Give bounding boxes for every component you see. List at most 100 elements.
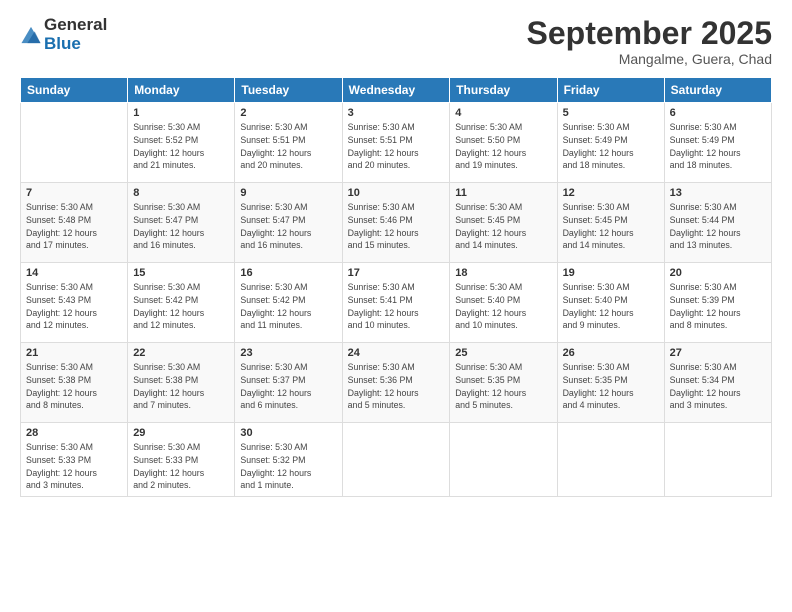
logo-text: General Blue [44,16,107,53]
day-info: Sunrise: 5:30 AMSunset: 5:47 PMDaylight:… [240,201,336,252]
day-number: 24 [348,347,445,359]
calendar-cell: 28Sunrise: 5:30 AMSunset: 5:33 PMDayligh… [21,423,128,497]
calendar-cell: 29Sunrise: 5:30 AMSunset: 5:33 PMDayligh… [128,423,235,497]
calendar-cell: 14 Sunrise: 5:30 AMSunset: 5:43 PMDayligh… [21,263,128,343]
title-block: September 2025 Mangalme, Guera, Chad [527,16,772,67]
day-number: 18 [455,267,551,279]
day-number: 12 [563,187,659,199]
day-info: Sunrise: 5:30 AMSunset: 5:41 PMDaylight:… [348,281,445,332]
day-info: Sunrise: 5:30 AMSunset: 5:45 PMDaylight:… [563,201,659,252]
day-number: 14 [26,267,122,279]
calendar: SundayMondayTuesdayWednesdayThursdayFrid… [20,77,772,497]
day-number: 23 [240,347,336,359]
calendar-cell: 12 Sunrise: 5:30 AMSunset: 5:45 PMDayligh… [557,183,664,263]
calendar-cell: 10Sunrise: 5:30 AMSunset: 5:46 PMDayligh… [342,183,450,263]
day-number: 3 [348,107,445,119]
calendar-cell: 7 Sunrise: 5:30 AMSunset: 5:48 PMDaylight… [21,183,128,263]
calendar-cell: 5 Sunrise: 5:30 AMSunset: 5:49 PMDaylight… [557,103,664,183]
weekday-friday: Friday [557,78,664,103]
calendar-cell: 4 Sunrise: 5:30 AMSunset: 5:50 PMDaylight… [450,103,557,183]
calendar-cell: 25 Sunrise: 5:30 AMSunset: 5:35 PMDayligh… [450,343,557,423]
calendar-cell: 9 Sunrise: 5:30 AMSunset: 5:47 PMDaylight… [235,183,342,263]
day-info: Sunrise: 5:30 AMSunset: 5:43 PMDaylight:… [26,281,122,332]
calendar-cell: 6Sunrise: 5:30 AMSunset: 5:49 PMDaylight… [664,103,771,183]
day-info: Sunrise: 5:30 AMSunset: 5:39 PMDaylight:… [670,281,766,332]
week-row-3: 14 Sunrise: 5:30 AMSunset: 5:43 PMDayligh… [21,263,772,343]
day-number: 29 [133,427,229,439]
day-number: 8 [133,187,229,199]
day-info: Sunrise: 5:30 AMSunset: 5:50 PMDaylight:… [455,121,551,172]
day-info: Sunrise: 5:30 AMSunset: 5:42 PMDaylight:… [240,281,336,332]
calendar-cell: 8 Sunrise: 5:30 AMSunset: 5:47 PMDaylight… [128,183,235,263]
location: Mangalme, Guera, Chad [527,51,772,67]
week-row-4: 21 Sunrise: 5:30 AMSunset: 5:38 PMDayligh… [21,343,772,423]
day-number: 1 [133,107,229,119]
calendar-cell: 21Sunrise: 5:30 AMSunset: 5:38 PMDayligh… [21,343,128,423]
calendar-cell [557,423,664,497]
week-row-2: 7 Sunrise: 5:30 AMSunset: 5:48 PMDaylight… [21,183,772,263]
calendar-cell: 30Sunrise: 5:30 AMSunset: 5:32 PMDayligh… [235,423,342,497]
calendar-cell: 15 Sunrise: 5:30 AMSunset: 5:42 PMDayligh… [128,263,235,343]
logo: General Blue [20,16,107,53]
day-info: Sunrise: 5:30 AMSunset: 5:38 PMDaylight:… [133,361,229,412]
day-info: Sunrise: 5:30 AMSunset: 5:35 PMDaylight:… [455,361,551,412]
day-info: Sunrise: 5:30 AMSunset: 5:47 PMDaylight:… [133,201,229,252]
calendar-cell: 24 Sunrise: 5:30 AMSunset: 5:36 PMDayligh… [342,343,450,423]
month-title: September 2025 [527,16,772,51]
day-info: Sunrise: 5:30 AMSunset: 5:33 PMDaylight:… [26,441,122,492]
weekday-tuesday: Tuesday [235,78,342,103]
day-number: 7 [26,187,122,199]
day-info: Sunrise: 5:30 AMSunset: 5:42 PMDaylight:… [133,281,229,332]
day-number: 6 [670,107,766,119]
calendar-cell: 22 Sunrise: 5:30 AMSunset: 5:38 PMDayligh… [128,343,235,423]
day-number: 26 [563,347,659,359]
calendar-cell: 2Sunrise: 5:30 AMSunset: 5:51 PMDaylight… [235,103,342,183]
day-info: Sunrise: 5:30 AMSunset: 5:34 PMDaylight:… [670,361,766,412]
day-info: Sunrise: 5:30 AMSunset: 5:48 PMDaylight:… [26,201,122,252]
calendar-cell: 27Sunrise: 5:30 AMSunset: 5:34 PMDayligh… [664,343,771,423]
day-number: 17 [348,267,445,279]
day-number: 30 [240,427,336,439]
logo-blue: Blue [44,35,107,54]
day-number: 9 [240,187,336,199]
day-info: Sunrise: 5:30 AMSunset: 5:52 PMDaylight:… [133,121,229,172]
calendar-cell: 20 Sunrise: 5:30 AMSunset: 5:39 PMDayligh… [664,263,771,343]
day-number: 2 [240,107,336,119]
day-number: 4 [455,107,551,119]
day-info: Sunrise: 5:30 AMSunset: 5:46 PMDaylight:… [348,201,445,252]
weekday-thursday: Thursday [450,78,557,103]
calendar-cell [21,103,128,183]
day-info: Sunrise: 5:30 AMSunset: 5:49 PMDaylight:… [563,121,659,172]
calendar-cell: 18 Sunrise: 5:30 AMSunset: 5:40 PMDayligh… [450,263,557,343]
day-number: 25 [455,347,551,359]
calendar-cell: 26 Sunrise: 5:30 AMSunset: 5:35 PMDayligh… [557,343,664,423]
day-number: 21 [26,347,122,359]
calendar-cell: 11 Sunrise: 5:30 AMSunset: 5:45 PMDayligh… [450,183,557,263]
week-row-1: 1 Sunrise: 5:30 AMSunset: 5:52 PMDaylight… [21,103,772,183]
day-info: Sunrise: 5:30 AMSunset: 5:35 PMDaylight:… [563,361,659,412]
day-number: 13 [670,187,766,199]
calendar-cell: 3Sunrise: 5:30 AMSunset: 5:51 PMDaylight… [342,103,450,183]
calendar-cell: 16Sunrise: 5:30 AMSunset: 5:42 PMDayligh… [235,263,342,343]
logo-general: General [44,16,107,35]
day-info: Sunrise: 5:30 AMSunset: 5:37 PMDaylight:… [240,361,336,412]
day-info: Sunrise: 5:30 AMSunset: 5:40 PMDaylight:… [455,281,551,332]
calendar-cell: 17 Sunrise: 5:30 AMSunset: 5:41 PMDayligh… [342,263,450,343]
weekday-wednesday: Wednesday [342,78,450,103]
weekday-saturday: Saturday [664,78,771,103]
day-number: 15 [133,267,229,279]
calendar-cell [342,423,450,497]
day-number: 11 [455,187,551,199]
day-info: Sunrise: 5:30 AMSunset: 5:44 PMDaylight:… [670,201,766,252]
day-number: 22 [133,347,229,359]
day-number: 19 [563,267,659,279]
calendar-cell: 19 Sunrise: 5:30 AMSunset: 5:40 PMDayligh… [557,263,664,343]
day-number: 5 [563,107,659,119]
day-number: 20 [670,267,766,279]
day-info: Sunrise: 5:30 AMSunset: 5:36 PMDaylight:… [348,361,445,412]
header: General Blue September 2025 Mangalme, Gu… [20,16,772,67]
day-info: Sunrise: 5:30 AMSunset: 5:45 PMDaylight:… [455,201,551,252]
weekday-monday: Monday [128,78,235,103]
day-info: Sunrise: 5:30 AMSunset: 5:40 PMDaylight:… [563,281,659,332]
calendar-cell: 23 Sunrise: 5:30 AMSunset: 5:37 PMDayligh… [235,343,342,423]
